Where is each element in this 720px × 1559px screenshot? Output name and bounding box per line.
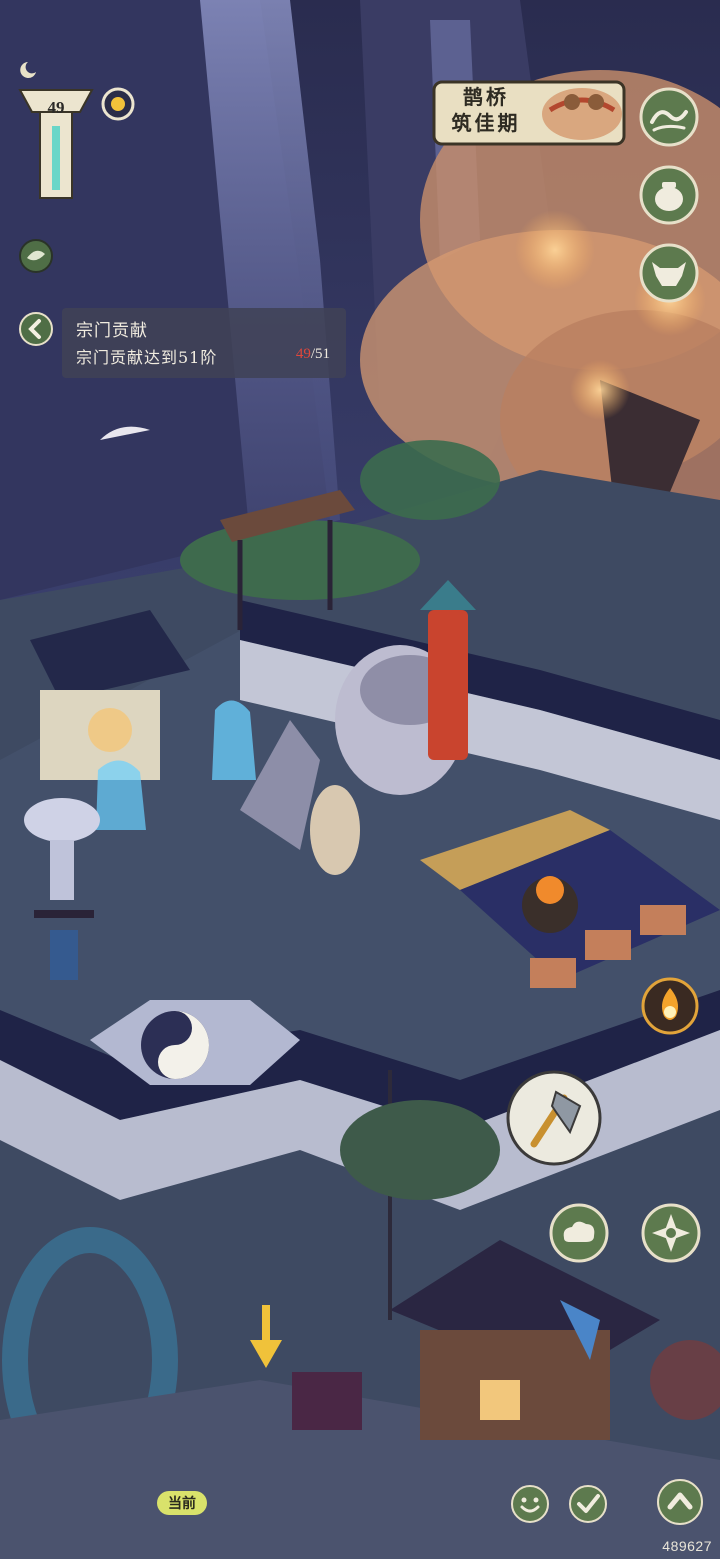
- fire-spirit-button[interactable]: [640, 976, 700, 1036]
- cloud-icon: [549, 1203, 609, 1263]
- quest-progress: 49/51: [296, 346, 330, 363]
- emote-button[interactable]: [510, 1484, 550, 1524]
- level-number: 49: [47, 98, 65, 117]
- pot-icon: [639, 165, 699, 225]
- quest-description: 宗门贡献达到51阶: [76, 348, 218, 367]
- leaf-icon: [19, 239, 53, 273]
- face-icon: [511, 1485, 549, 1523]
- up-arrow-icon: [657, 1479, 703, 1525]
- chevron-left-icon: [19, 312, 53, 346]
- event-banner[interactable]: 鹊桥 筑佳期: [432, 80, 626, 146]
- axe-button[interactable]: [504, 1068, 604, 1168]
- cloud-button[interactable]: [548, 1202, 610, 1264]
- ox-mask-button[interactable]: [638, 242, 700, 304]
- check-leaf-icon: [569, 1485, 607, 1523]
- quest-title: 宗门贡献: [76, 321, 148, 341]
- event-title-line-1: 鹊桥: [463, 85, 509, 109]
- quest-panel[interactable]: 宗门贡献 宗门贡献达到51阶 49/51: [62, 308, 346, 378]
- expand-up-button[interactable]: [656, 1478, 704, 1526]
- wave-icon: [639, 87, 699, 147]
- compass-icon: [641, 1203, 701, 1263]
- player-uid: 489627: [662, 1538, 712, 1554]
- pot-button[interactable]: [638, 164, 700, 226]
- quest-progress-total: /51: [310, 346, 330, 362]
- leaf-menu-button[interactable]: [18, 238, 54, 274]
- fire-spirit-icon: [641, 977, 699, 1035]
- event-title: 鹊桥 筑佳期: [438, 84, 534, 136]
- currency-icon[interactable]: [100, 86, 136, 122]
- game-scene: [0, 0, 720, 1559]
- task-button[interactable]: [568, 1484, 608, 1524]
- level-indicator[interactable]: 49: [18, 82, 94, 202]
- compass-button[interactable]: [640, 1202, 702, 1264]
- current-location-badge[interactable]: 当前: [156, 1490, 208, 1516]
- wave-button[interactable]: [638, 86, 700, 148]
- ox-mask-icon: [639, 243, 699, 303]
- quest-collapse-button[interactable]: [18, 311, 54, 347]
- axe-icon: [506, 1070, 602, 1166]
- quest-progress-current: 49: [295, 346, 311, 362]
- current-label: 当前: [168, 1496, 196, 1512]
- event-title-line-2: 筑佳期: [451, 111, 521, 135]
